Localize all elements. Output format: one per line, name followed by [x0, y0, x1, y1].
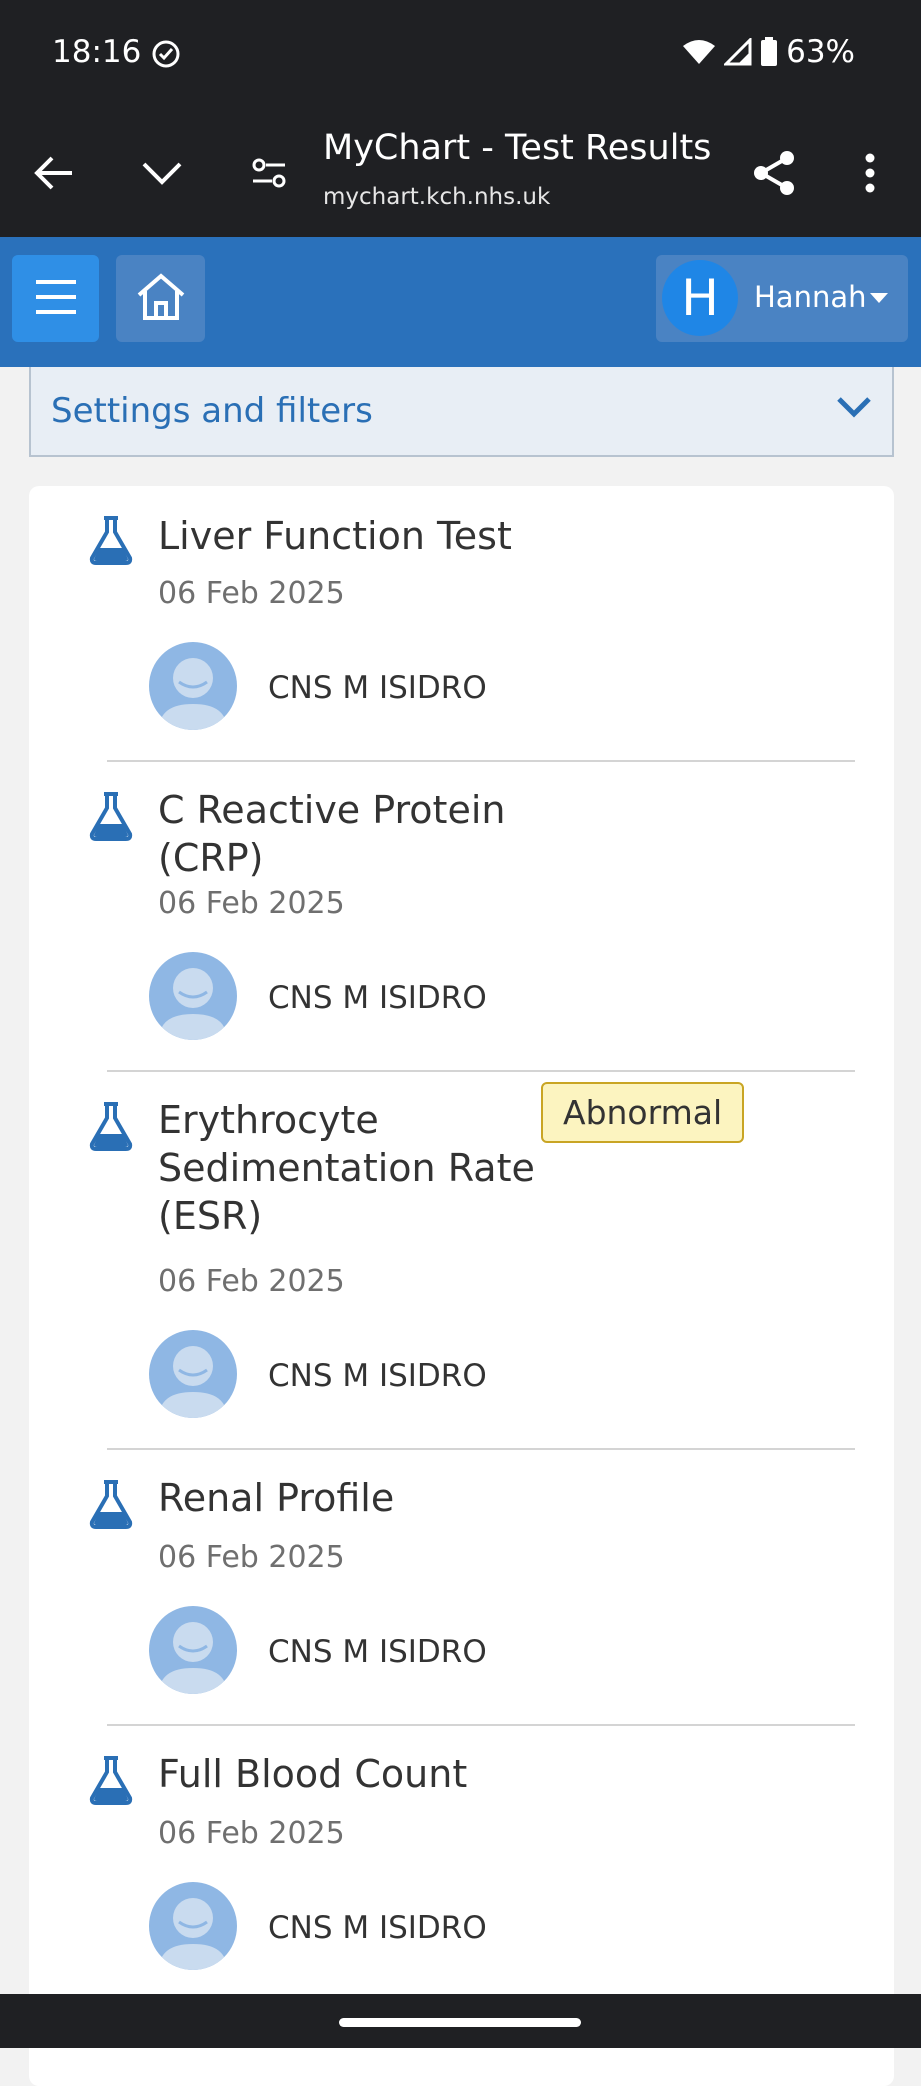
- result-item[interactable]: C Reactive Protein (CRP) 06 Feb 2025 CNS…: [29, 762, 894, 1072]
- home-gesture-handle[interactable]: [339, 2018, 581, 2027]
- settings-filters-label: Settings and filters: [51, 391, 373, 431]
- result-item[interactable]: Renal Profile 06 Feb 2025 CNS M ISIDRO: [29, 1450, 894, 1726]
- result-title: Renal Profile: [158, 1476, 395, 1520]
- flask-icon: [87, 1754, 135, 1810]
- wifi-icon: [682, 38, 716, 66]
- status-time: 18:16: [52, 34, 142, 70]
- provider-name: CNS M ISIDRO: [268, 980, 487, 1016]
- menu-button[interactable]: [12, 255, 99, 342]
- provider-avatar: [149, 1882, 237, 1970]
- back-arrow-icon[interactable]: [28, 108, 80, 237]
- system-nav-bar: [0, 1994, 921, 2048]
- page-title: MyChart - Test Results: [323, 128, 712, 168]
- signal-icon: [724, 38, 752, 66]
- status-bar: 18:16 63%: [0, 0, 921, 108]
- result-date: 06 Feb 2025: [158, 1264, 345, 1299]
- more-options-icon[interactable]: [860, 108, 880, 237]
- check-circle-icon: [150, 38, 182, 70]
- result-title: Liver Function Test: [158, 514, 512, 558]
- result-title: Erythrocyte Sedimentation Rate (ESR): [158, 1098, 535, 1238]
- user-avatar: H: [662, 260, 738, 336]
- provider-avatar: [149, 642, 237, 730]
- provider-name: CNS M ISIDRO: [268, 670, 487, 706]
- app-header: H Hannah: [0, 237, 921, 367]
- result-date: 06 Feb 2025: [158, 576, 345, 611]
- provider-name: CNS M ISIDRO: [268, 1910, 487, 1946]
- flask-icon: [87, 514, 135, 570]
- user-menu-button[interactable]: H Hannah: [656, 255, 908, 342]
- chevron-down-icon[interactable]: [136, 108, 188, 237]
- page-url[interactable]: mychart.kch.nhs.uk: [323, 184, 550, 210]
- result-title: C Reactive Protein (CRP): [158, 788, 506, 880]
- result-title: Full Blood Count: [158, 1752, 468, 1796]
- provider-avatar: [149, 1330, 237, 1418]
- battery-icon: [760, 37, 778, 67]
- provider-avatar: [149, 952, 237, 1040]
- results-list: Liver Function Test 06 Feb 2025 CNS M IS…: [29, 486, 894, 2086]
- result-date: 06 Feb 2025: [158, 886, 345, 921]
- provider-name: CNS M ISIDRO: [268, 1358, 487, 1394]
- result-date: 06 Feb 2025: [158, 1540, 345, 1575]
- home-icon: [135, 272, 187, 325]
- abnormal-badge: Abnormal: [541, 1082, 745, 1143]
- home-button[interactable]: [116, 255, 205, 342]
- battery-percent: 63%: [786, 34, 855, 70]
- share-icon[interactable]: [752, 108, 796, 237]
- result-date: 06 Feb 2025: [158, 1816, 345, 1851]
- status-indicators: 63%: [682, 34, 855, 70]
- result-item[interactable]: Full Blood Count 06 Feb 2025 CNS M ISIDR…: [29, 1726, 894, 2002]
- chevron-down-icon: [836, 395, 872, 423]
- flask-icon: [87, 790, 135, 846]
- provider-avatar: [149, 1606, 237, 1694]
- hamburger-icon: [34, 278, 78, 320]
- flask-icon: [87, 1100, 135, 1156]
- result-item[interactable]: Erythrocyte Sedimentation Rate (ESR) Abn…: [29, 1072, 894, 1450]
- browser-toolbar: MyChart - Test Results mychart.kch.nhs.u…: [0, 108, 921, 237]
- settings-filters-toggle[interactable]: Settings and filters: [29, 367, 894, 457]
- site-settings-icon[interactable]: [248, 108, 290, 237]
- user-name: Hannah: [754, 280, 867, 314]
- result-item[interactable]: Liver Function Test 06 Feb 2025 CNS M IS…: [29, 486, 894, 762]
- flask-icon: [87, 1478, 135, 1534]
- caret-down-icon: [870, 293, 888, 303]
- provider-name: CNS M ISIDRO: [268, 1634, 487, 1670]
